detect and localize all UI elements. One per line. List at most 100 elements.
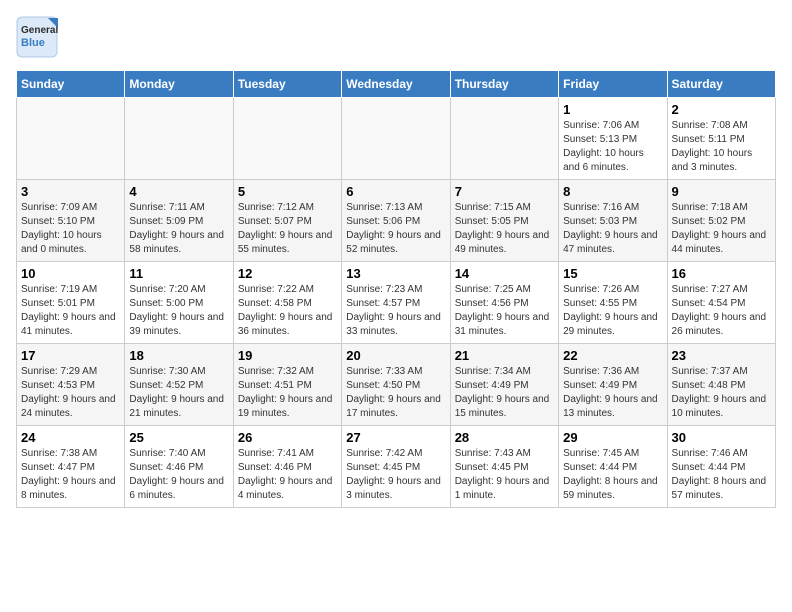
calendar-cell: 12 Sunrise: 7:22 AM Sunset: 4:58 PM Dayli… <box>233 262 341 344</box>
day-info: Sunrise: 7:22 AM Sunset: 4:58 PM Dayligh… <box>238 283 337 339</box>
day-number: 17 <box>21 348 120 363</box>
day-info: Sunrise: 7:19 AM Sunset: 5:01 PM Dayligh… <box>21 283 120 339</box>
day-info: Sunrise: 7:18 AM Sunset: 5:02 PM Dayligh… <box>672 201 771 257</box>
calendar-cell: 24 Sunrise: 7:38 AM Sunset: 4:47 PM Dayli… <box>17 426 125 508</box>
day-info: Sunrise: 7:40 AM Sunset: 4:46 PM Dayligh… <box>129 447 228 503</box>
weekday-header-thursday: Thursday <box>450 71 558 98</box>
week-row-3: 10 Sunrise: 7:19 AM Sunset: 5:01 PM Dayli… <box>17 262 776 344</box>
logo: General Blue <box>16 16 58 58</box>
week-row-5: 24 Sunrise: 7:38 AM Sunset: 4:47 PM Dayli… <box>17 426 776 508</box>
day-number: 28 <box>455 430 554 445</box>
weekday-header-friday: Friday <box>559 71 667 98</box>
week-row-1: 1 Sunrise: 7:06 AM Sunset: 5:13 PM Daylig… <box>17 98 776 180</box>
calendar-cell: 29Sunrise: 7:45 AM Sunset: 4:44 PM Dayli… <box>559 426 667 508</box>
day-number: 8 <box>563 184 662 199</box>
day-info: Sunrise: 7:38 AM Sunset: 4:47 PM Dayligh… <box>21 447 120 503</box>
day-number: 26 <box>238 430 337 445</box>
calendar-cell <box>450 98 558 180</box>
day-info: Sunrise: 7:12 AM Sunset: 5:07 PM Dayligh… <box>238 201 337 257</box>
day-info: Sunrise: 7:16 AM Sunset: 5:03 PM Dayligh… <box>563 201 662 257</box>
calendar-cell: 5 Sunrise: 7:12 AM Sunset: 5:07 PM Daylig… <box>233 180 341 262</box>
calendar-cell: 3 Sunrise: 7:09 AM Sunset: 5:10 PM Daylig… <box>17 180 125 262</box>
day-info: Sunrise: 7:23 AM Sunset: 4:57 PM Dayligh… <box>346 283 445 339</box>
calendar-cell: 7Sunrise: 7:15 AM Sunset: 5:05 PM Daylig… <box>450 180 558 262</box>
day-info: Sunrise: 7:09 AM Sunset: 5:10 PM Dayligh… <box>21 201 120 257</box>
day-number: 20 <box>346 348 445 363</box>
day-info: Sunrise: 7:43 AM Sunset: 4:45 PM Dayligh… <box>455 447 554 503</box>
calendar-cell: 2 Sunrise: 7:08 AM Sunset: 5:11 PM Daylig… <box>667 98 775 180</box>
calendar-cell: 16Sunrise: 7:27 AM Sunset: 4:54 PM Dayli… <box>667 262 775 344</box>
day-number: 4 <box>129 184 228 199</box>
day-info: Sunrise: 7:41 AM Sunset: 4:46 PM Dayligh… <box>238 447 337 503</box>
calendar-cell: 1 Sunrise: 7:06 AM Sunset: 5:13 PM Daylig… <box>559 98 667 180</box>
day-number: 13 <box>346 266 445 281</box>
day-info: Sunrise: 7:29 AM Sunset: 4:53 PM Dayligh… <box>21 365 120 421</box>
page-header: General Blue <box>16 16 776 58</box>
day-number: 6 <box>346 184 445 199</box>
day-info: Sunrise: 7:20 AM Sunset: 5:00 PM Dayligh… <box>129 283 228 339</box>
calendar-cell: 25 Sunrise: 7:40 AM Sunset: 4:46 PM Dayli… <box>125 426 233 508</box>
day-info: Sunrise: 7:46 AM Sunset: 4:44 PM Dayligh… <box>672 447 771 503</box>
calendar-cell: 18 Sunrise: 7:30 AM Sunset: 4:52 PM Dayli… <box>125 344 233 426</box>
day-info: Sunrise: 7:26 AM Sunset: 4:55 PM Dayligh… <box>563 283 662 339</box>
day-number: 5 <box>238 184 337 199</box>
weekday-header-row: SundayMondayTuesdayWednesdayThursdayFrid… <box>17 71 776 98</box>
day-number: 1 <box>563 102 662 117</box>
day-info: Sunrise: 7:06 AM Sunset: 5:13 PM Dayligh… <box>563 119 662 175</box>
calendar-cell <box>233 98 341 180</box>
day-number: 16 <box>672 266 771 281</box>
calendar-body: 1 Sunrise: 7:06 AM Sunset: 5:13 PM Daylig… <box>17 98 776 508</box>
day-number: 22 <box>563 348 662 363</box>
calendar-cell: 14Sunrise: 7:25 AM Sunset: 4:56 PM Dayli… <box>450 262 558 344</box>
day-number: 18 <box>129 348 228 363</box>
day-number: 23 <box>672 348 771 363</box>
calendar-cell: 10 Sunrise: 7:19 AM Sunset: 5:01 PM Dayli… <box>17 262 125 344</box>
day-number: 3 <box>21 184 120 199</box>
day-number: 10 <box>21 266 120 281</box>
weekday-header-sunday: Sunday <box>17 71 125 98</box>
day-info: Sunrise: 7:25 AM Sunset: 4:56 PM Dayligh… <box>455 283 554 339</box>
day-info: Sunrise: 7:33 AM Sunset: 4:50 PM Dayligh… <box>346 365 445 421</box>
calendar-cell: 23Sunrise: 7:37 AM Sunset: 4:48 PM Dayli… <box>667 344 775 426</box>
calendar-cell: 11 Sunrise: 7:20 AM Sunset: 5:00 PM Dayli… <box>125 262 233 344</box>
weekday-header-tuesday: Tuesday <box>233 71 341 98</box>
calendar-cell: 27 Sunrise: 7:42 AM Sunset: 4:45 PM Dayli… <box>342 426 450 508</box>
day-number: 21 <box>455 348 554 363</box>
day-info: Sunrise: 7:11 AM Sunset: 5:09 PM Dayligh… <box>129 201 228 257</box>
day-number: 25 <box>129 430 228 445</box>
day-info: Sunrise: 7:30 AM Sunset: 4:52 PM Dayligh… <box>129 365 228 421</box>
calendar-cell <box>17 98 125 180</box>
day-number: 2 <box>672 102 771 117</box>
day-number: 30 <box>672 430 771 445</box>
week-row-4: 17 Sunrise: 7:29 AM Sunset: 4:53 PM Dayli… <box>17 344 776 426</box>
calendar-cell: 17 Sunrise: 7:29 AM Sunset: 4:53 PM Dayli… <box>17 344 125 426</box>
weekday-header-saturday: Saturday <box>667 71 775 98</box>
week-row-2: 3 Sunrise: 7:09 AM Sunset: 5:10 PM Daylig… <box>17 180 776 262</box>
calendar-cell: 6Sunrise: 7:13 AM Sunset: 5:06 PM Daylig… <box>342 180 450 262</box>
calendar-cell: 26 Sunrise: 7:41 AM Sunset: 4:46 PM Dayli… <box>233 426 341 508</box>
calendar-cell: 19Sunrise: 7:32 AM Sunset: 4:51 PM Dayli… <box>233 344 341 426</box>
calendar-table: SundayMondayTuesdayWednesdayThursdayFrid… <box>16 70 776 508</box>
day-info: Sunrise: 7:34 AM Sunset: 4:49 PM Dayligh… <box>455 365 554 421</box>
day-number: 24 <box>21 430 120 445</box>
calendar-cell: 15 Sunrise: 7:26 AM Sunset: 4:55 PM Dayli… <box>559 262 667 344</box>
day-number: 15 <box>563 266 662 281</box>
calendar-cell: 20 Sunrise: 7:33 AM Sunset: 4:50 PM Dayli… <box>342 344 450 426</box>
day-number: 12 <box>238 266 337 281</box>
calendar-cell <box>342 98 450 180</box>
calendar-cell: 13 Sunrise: 7:23 AM Sunset: 4:57 PM Dayli… <box>342 262 450 344</box>
day-number: 11 <box>129 266 228 281</box>
calendar-cell: 9 Sunrise: 7:18 AM Sunset: 5:02 PM Daylig… <box>667 180 775 262</box>
day-info: Sunrise: 7:08 AM Sunset: 5:11 PM Dayligh… <box>672 119 771 175</box>
calendar-cell: 21 Sunrise: 7:34 AM Sunset: 4:49 PM Dayli… <box>450 344 558 426</box>
calendar-cell: 28 Sunrise: 7:43 AM Sunset: 4:45 PM Dayli… <box>450 426 558 508</box>
day-number: 9 <box>672 184 771 199</box>
day-number: 27 <box>346 430 445 445</box>
calendar-cell: 8 Sunrise: 7:16 AM Sunset: 5:03 PM Daylig… <box>559 180 667 262</box>
logo-icon: General Blue <box>16 16 58 58</box>
weekday-header-wednesday: Wednesday <box>342 71 450 98</box>
day-info: Sunrise: 7:42 AM Sunset: 4:45 PM Dayligh… <box>346 447 445 503</box>
calendar-cell <box>125 98 233 180</box>
calendar-cell: 22Sunrise: 7:36 AM Sunset: 4:49 PM Dayli… <box>559 344 667 426</box>
day-info: Sunrise: 7:15 AM Sunset: 5:05 PM Dayligh… <box>455 201 554 257</box>
